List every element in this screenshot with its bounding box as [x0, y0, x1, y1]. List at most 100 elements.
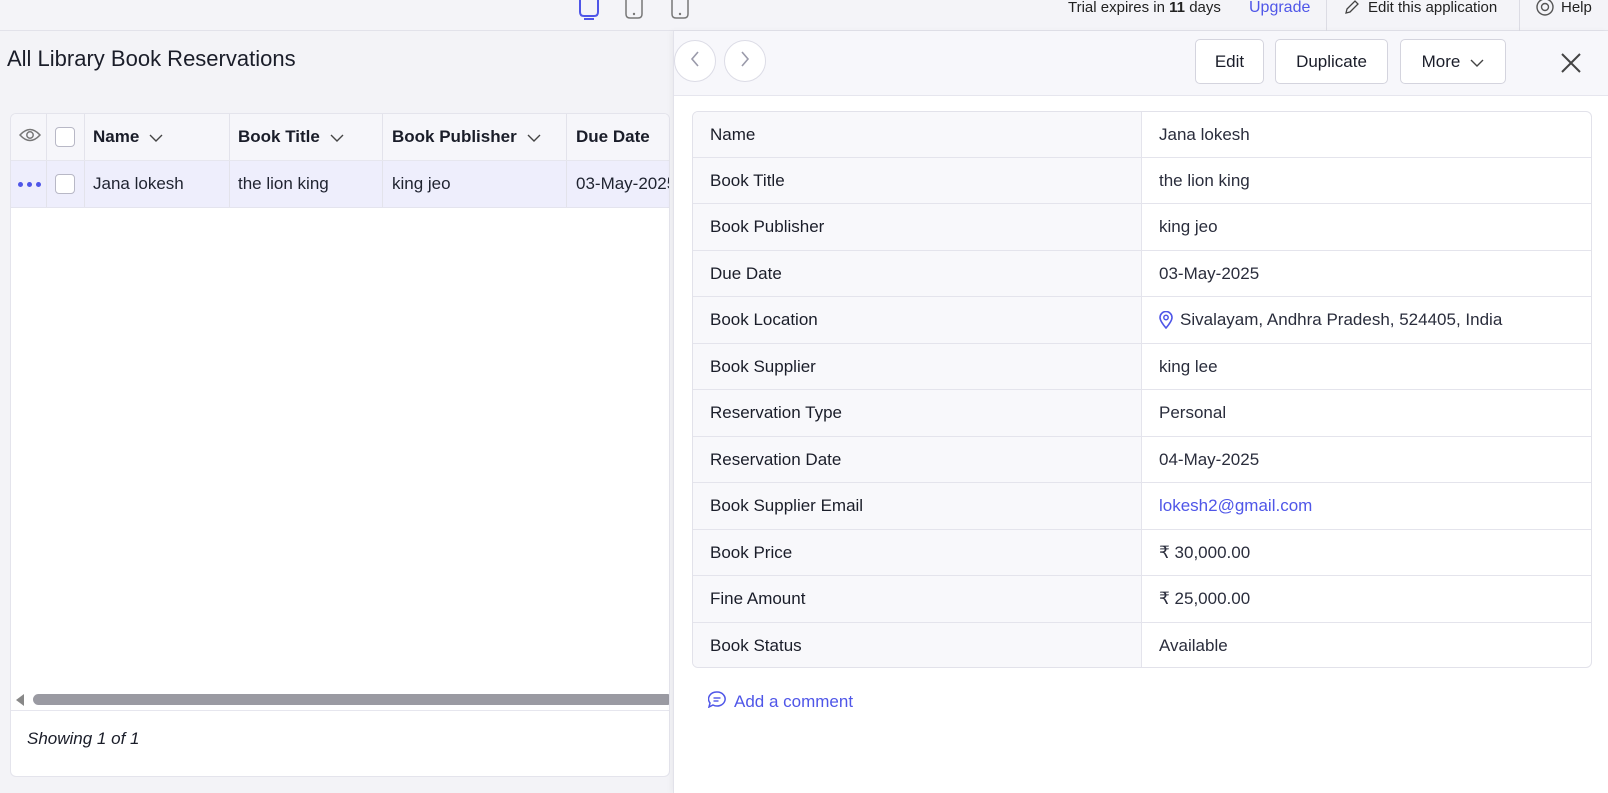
- column-divider: [382, 161, 383, 207]
- checkbox[interactable]: [55, 174, 75, 194]
- edit-application-link[interactable]: Edit this application: [1344, 0, 1497, 19]
- column-header-label: Name: [93, 127, 140, 146]
- cell-book-publisher[interactable]: king jeo: [392, 161, 451, 207]
- tablet-icon[interactable]: [625, 0, 643, 20]
- trial-prefix: Trial expires in: [1068, 0, 1165, 16]
- field-row-book-price: Book Price ₹ 30,000.00: [693, 530, 1591, 576]
- divider: [1519, 0, 1520, 31]
- field-label: Due Date: [693, 251, 1142, 296]
- table-footer: Showing 1 of 1: [11, 710, 669, 776]
- field-row-book-supplier: Book Supplier king lee: [693, 344, 1591, 390]
- next-record-button[interactable]: [724, 40, 766, 82]
- field-value: king jeo: [1159, 217, 1218, 236]
- pencil-icon: [1344, 0, 1360, 19]
- chevron-down-icon: [1470, 52, 1484, 72]
- field-row-name: Name Jana lokesh: [693, 112, 1591, 158]
- field-value: Personal: [1159, 403, 1227, 422]
- field-row-fine-amount: Fine Amount ₹ 25,000.00: [693, 576, 1591, 623]
- chevron-right-icon: [740, 50, 750, 72]
- cell-due-date[interactable]: 03-May-2025: [576, 161, 669, 207]
- field-row-reservation-date: Reservation Date 04-May-2025: [693, 437, 1591, 483]
- field-value: 03-May-2025: [1159, 263, 1260, 283]
- column-divider: [229, 161, 230, 207]
- column-divider: [566, 114, 567, 160]
- email-link[interactable]: lokesh2@gmail.com: [1142, 483, 1591, 529]
- field-label: Book Location: [693, 297, 1142, 343]
- field-label: Name: [693, 112, 1142, 157]
- field-value: king lee: [1159, 356, 1218, 376]
- column-header-label: Due Date: [576, 127, 650, 146]
- field-value: ₹ 25,000.00: [1159, 589, 1251, 608]
- duplicate-button[interactable]: Duplicate: [1275, 39, 1388, 84]
- field-value-location[interactable]: Sivalayam, Andhra Pradesh, 524405, India: [1142, 297, 1591, 343]
- record-detail-panel: Edit Duplicate More Name Jana lokesh Boo…: [673, 31, 1608, 793]
- field-label: Book Supplier: [693, 344, 1142, 389]
- row-checkbox[interactable]: [55, 161, 75, 207]
- add-comment-link[interactable]: Add a comment: [707, 691, 853, 713]
- trial-days: 11: [1169, 0, 1186, 16]
- column-header-name[interactable]: Name: [93, 114, 163, 160]
- select-all-checkbox[interactable]: [55, 114, 75, 160]
- field-value: Jana lokesh: [1159, 124, 1250, 144]
- scroll-left-arrow-icon[interactable]: [16, 694, 24, 706]
- help-link[interactable]: Help: [1536, 0, 1592, 20]
- chevron-down-icon: [527, 127, 541, 147]
- detail-toolbar: Edit Duplicate More: [674, 31, 1608, 96]
- desktop-icon[interactable]: [578, 0, 600, 20]
- more-menu-button[interactable]: More: [1400, 39, 1506, 84]
- lifebuoy-icon: [1536, 0, 1554, 20]
- field-row-due-date: Due Date 03-May-2025: [693, 251, 1591, 297]
- more-horizontal-icon: [18, 181, 41, 187]
- detail-fields-table: Name Jana lokesh Book Title the lion kin…: [692, 111, 1592, 668]
- column-divider: [46, 161, 47, 207]
- field-row-book-location: Book Location Sivalayam, Andhra Pradesh,…: [693, 297, 1591, 344]
- column-divider: [229, 114, 230, 160]
- field-label: Book Supplier Email: [693, 483, 1142, 529]
- top-bar: Trial expires in 11 days Upgrade Edit th…: [0, 0, 1608, 31]
- horizontal-scrollbar[interactable]: [11, 689, 669, 709]
- field-value: 04-May-2025: [1159, 449, 1260, 469]
- previous-record-button[interactable]: [674, 40, 716, 82]
- field-value: ₹ 30,000.00: [1159, 542, 1251, 562]
- trial-suffix: days: [1189, 0, 1221, 16]
- chevron-down-icon: [149, 127, 163, 147]
- record-count: Showing 1 of 1: [27, 729, 140, 748]
- row-actions-button[interactable]: [18, 161, 41, 207]
- field-label: Fine Amount: [693, 576, 1142, 622]
- table-header: Name Book Title Book Publisher Due Date: [11, 114, 669, 161]
- checkbox[interactable]: [55, 127, 75, 147]
- edit-application-label: Edit this application: [1368, 0, 1498, 16]
- close-icon[interactable]: [1557, 49, 1585, 77]
- field-row-reservation-type: Reservation Type Personal: [693, 390, 1591, 437]
- field-value: Available: [1159, 636, 1228, 655]
- field-row-book-publisher: Book Publisher king jeo: [693, 204, 1591, 251]
- column-header-book-title[interactable]: Book Title: [238, 114, 344, 160]
- column-divider: [382, 114, 383, 160]
- comment-icon: [707, 691, 726, 713]
- eye-icon: [19, 127, 41, 148]
- column-header-label: Book Title: [238, 127, 320, 146]
- chevron-left-icon: [690, 50, 700, 72]
- field-label: Book Price: [693, 530, 1142, 575]
- column-header-label: Book Publisher: [392, 127, 517, 146]
- column-header-book-publisher[interactable]: Book Publisher: [392, 114, 541, 160]
- column-divider: [46, 114, 47, 160]
- trial-notice: Trial expires in 11 days: [1068, 0, 1221, 16]
- cell-book-title[interactable]: the lion king: [238, 161, 329, 207]
- field-row-supplier-email: Book Supplier Email lokesh2@gmail.com: [693, 483, 1591, 530]
- upgrade-link[interactable]: Upgrade: [1249, 0, 1310, 16]
- divider: [1326, 0, 1327, 31]
- cell-name[interactable]: Jana lokesh: [93, 161, 184, 207]
- phone-icon[interactable]: [671, 0, 689, 20]
- table-row[interactable]: Jana lokesh the lion king king jeo 03-Ma…: [11, 161, 669, 208]
- column-divider: [566, 161, 567, 207]
- help-label: Help: [1561, 0, 1592, 16]
- map-pin-icon: [1159, 311, 1173, 329]
- column-header-due-date[interactable]: Due Date: [576, 114, 650, 160]
- location-text: Sivalayam, Andhra Pradesh, 524405, India: [1180, 310, 1503, 329]
- column-visibility-toggle[interactable]: [19, 114, 41, 160]
- scrollbar-thumb[interactable]: [33, 694, 669, 705]
- edit-button[interactable]: Edit: [1195, 39, 1264, 84]
- field-value: the lion king: [1159, 170, 1250, 190]
- field-label: Reservation Date: [693, 437, 1142, 482]
